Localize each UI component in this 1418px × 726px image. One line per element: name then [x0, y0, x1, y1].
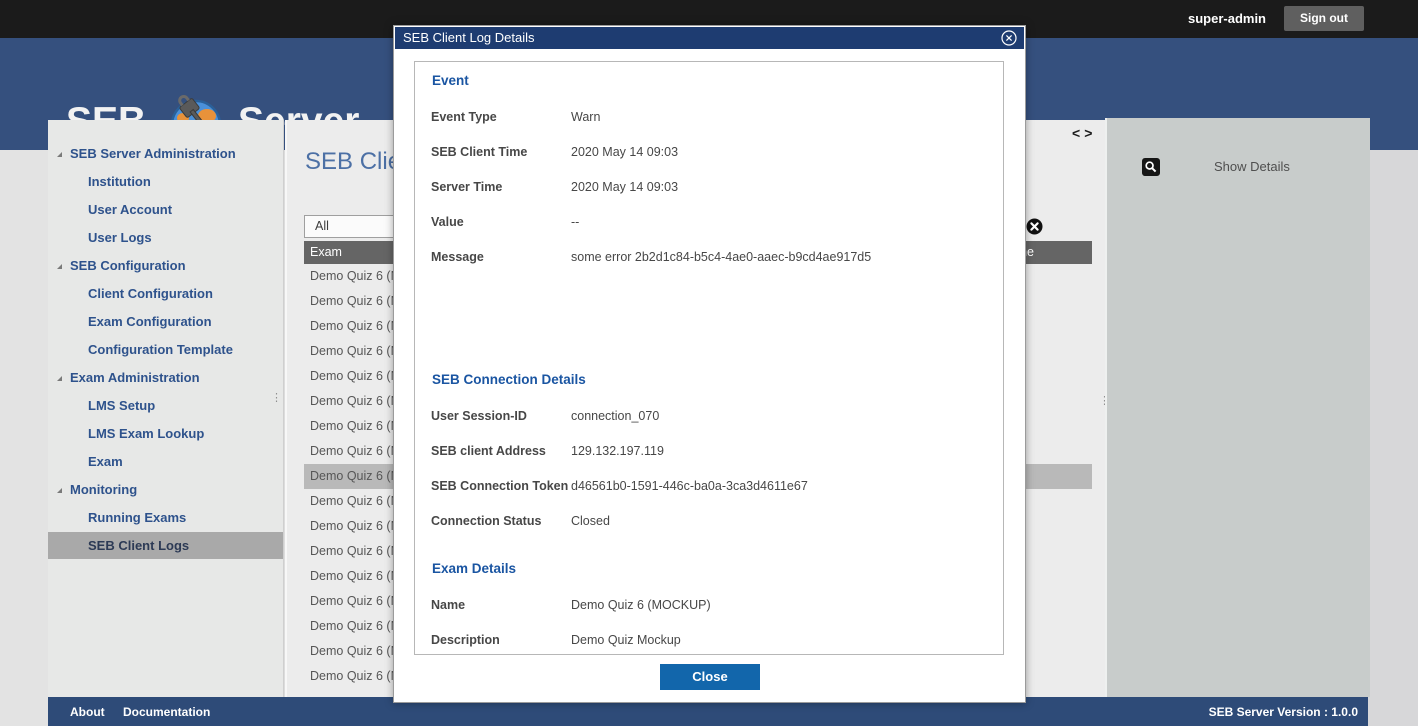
sidebar-item-label: Exam Administration — [62, 364, 200, 391]
field-value: 2020 May 14 09:03 — [571, 179, 678, 195]
field-label: Name — [431, 597, 465, 613]
sidebar-item-label: SEB Server Administration — [62, 140, 236, 167]
sidebar-item-lms-exam-lookup[interactable]: LMS Exam Lookup — [48, 420, 283, 447]
field-value: d46561b0-1591-446c-ba0a-3ca3d4611e67 — [571, 478, 808, 494]
dialog-field-row: User Session-ID connection_070 — [415, 408, 975, 424]
sign-out-button[interactable]: Sign out — [1284, 6, 1364, 31]
field-value: Closed — [571, 513, 610, 529]
sidebar-item-label: User Account — [48, 196, 172, 223]
field-value: Demo Quiz Mockup — [571, 632, 681, 648]
field-label: Description — [431, 632, 500, 648]
sidebar-item-lms-setup[interactable]: LMS Setup — [48, 392, 283, 419]
right-margin-column — [1368, 150, 1418, 726]
documentation-link[interactable]: Documentation — [123, 705, 210, 719]
sidebar-item-label: Exam Configuration — [48, 308, 212, 335]
sidebar-item-exam-configuration[interactable]: Exam Configuration — [48, 308, 283, 335]
logged-in-username: super-admin — [1188, 11, 1266, 26]
dialog-section-heading: SEB Connection Details — [432, 371, 586, 389]
sidebar-item-seb-configuration[interactable]: SEB Configuration — [48, 252, 292, 279]
field-value: 2020 May 14 09:03 — [571, 144, 678, 160]
dialog-field-row: Name Demo Quiz 6 (MOCKUP) — [415, 597, 975, 613]
field-label: Server Time — [431, 179, 502, 195]
dialog-title-bar: SEB Client Log Details — [395, 27, 1024, 49]
dialog-field-row: SEB Connection Tokend46561b0-1591-446c-b… — [415, 478, 975, 494]
sidebar-item-label: Exam — [48, 448, 123, 475]
field-label: Event Type — [431, 109, 497, 125]
dialog-section-heading: Exam Details — [432, 560, 516, 578]
dialog-field-row: Description Demo Quiz Mockup — [415, 632, 975, 648]
show-details-label: Show Details — [1214, 159, 1290, 174]
dialog-close-icon[interactable] — [1001, 30, 1017, 46]
dialog-title: SEB Client Log Details — [403, 30, 535, 45]
dialog-field-row: SEB Client Time 2020 May 14 09:03 — [415, 144, 975, 160]
server-version-label: SEB Server Version : 1.0.0 — [1209, 705, 1358, 719]
field-label: Connection Status — [431, 513, 541, 529]
sidebar-item-label: User Logs — [48, 224, 152, 251]
dialog-content: Event Event Type Warn SEB Client Time 2020 M… — [414, 61, 1004, 655]
sidebar-item-exam-administration[interactable]: Exam Administration — [48, 364, 292, 391]
sidebar-item-client-configuration[interactable]: Client Configuration — [48, 280, 283, 307]
field-value: Warn — [571, 109, 600, 125]
dialog-section-heading: Event — [432, 72, 469, 90]
sidebar-item-label: Configuration Template — [48, 336, 233, 363]
sidebar-item-institution[interactable]: Institution — [48, 168, 283, 195]
field-label: Message — [431, 249, 484, 265]
field-label: SEB client Address — [431, 443, 546, 459]
chevron-left-icon[interactable]: < — [1072, 125, 1084, 141]
field-label: SEB Client Time — [431, 144, 527, 160]
field-value: connection_070 — [571, 408, 659, 424]
seb-client-log-details-dialog: SEB Client Log Details Event Event Type Wa… — [393, 25, 1026, 703]
seb-server-app: super-admin Sign out SEB — [0, 0, 1418, 726]
clear-filter-icon[interactable] — [1026, 218, 1043, 235]
dialog-field-row: Event Type Warn — [415, 109, 975, 125]
dialog-field-row: Server Time 2020 May 14 09:03 — [415, 179, 975, 195]
dialog-field-row: Connection Status Closed — [415, 513, 975, 529]
field-label: SEB Connection Token — [431, 478, 568, 494]
sidebar-item-user-logs[interactable]: User Logs — [48, 224, 283, 251]
field-value: some error 2b2d1c84-b5c4-4ae0-aaec-b9cd4… — [571, 249, 871, 265]
magnifier-icon — [1142, 163, 1160, 180]
sidebar-item-seb-client-logs[interactable]: SEB Client Logs — [48, 532, 283, 559]
sidebar-item-label: Monitoring — [62, 476, 137, 503]
sidebar-item-label: Institution — [48, 168, 151, 195]
sidebar-item-exam[interactable]: Exam — [48, 448, 283, 475]
about-link[interactable]: About — [70, 705, 105, 719]
sidebar-nav: ⋮ SEB Server AdministrationInstitutionUs… — [48, 120, 284, 697]
left-margin-column — [0, 150, 48, 726]
field-value: 129.132.197.119 — [571, 443, 664, 459]
field-value: Demo Quiz 6 (MOCKUP) — [571, 597, 711, 613]
chevron-right-icon[interactable]: > — [1084, 125, 1096, 141]
field-label: Value — [431, 214, 464, 230]
dialog-field-row: SEB client Address 129.132.197.119 — [415, 443, 975, 459]
dialog-close-button[interactable]: Close — [660, 664, 760, 690]
show-details-action[interactable]: Show Details — [1142, 158, 1160, 176]
field-value: -- — [571, 214, 579, 230]
column-header-exam[interactable]: Exam — [304, 245, 342, 259]
sidebar-item-label: LMS Exam Lookup — [48, 420, 204, 447]
sidebar-item-monitoring[interactable]: Monitoring — [48, 476, 292, 503]
sidebar-item-user-account[interactable]: User Account — [48, 196, 283, 223]
sidebar-item-label: Client Configuration — [48, 280, 213, 307]
sidebar-item-label: LMS Setup — [48, 392, 155, 419]
dialog-field-row: Message some error 2b2d1c84-b5c4-4ae0-aae… — [415, 249, 975, 265]
sidebar-item-label: SEB Configuration — [62, 252, 186, 279]
dialog-field-row: Value -- — [415, 214, 975, 230]
sidebar-item-label: SEB Client Logs — [48, 532, 189, 559]
sidebar-item-running-exams[interactable]: Running Exams — [48, 504, 283, 531]
sidebar-item-seb-server-administration[interactable]: SEB Server Administration — [48, 140, 292, 167]
sidebar-item-label: Running Exams — [48, 504, 186, 531]
panel-collapse-icons[interactable]: <> — [1072, 125, 1096, 141]
field-label: User Session-ID — [431, 408, 527, 424]
sidebar-item-configuration-template[interactable]: Configuration Template — [48, 336, 283, 363]
action-panel: Show Details — [1105, 118, 1370, 697]
